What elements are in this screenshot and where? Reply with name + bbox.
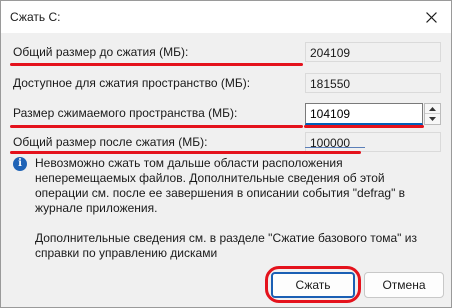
chevron-down-icon xyxy=(429,117,436,121)
title-bar: Сжать C: xyxy=(1,1,451,33)
window-title: Сжать C: xyxy=(10,10,61,24)
total-size-before-label: Общий размер до сжатия (МБ): xyxy=(13,45,189,59)
total-size-after-row: Общий размер после сжатия (МБ): 100000 xyxy=(11,132,441,152)
chevron-up-icon xyxy=(429,106,436,111)
help-reference-text: Дополнительные сведения см. в разделе "С… xyxy=(35,231,417,260)
total-size-after-label: Общий размер после сжатия (МБ): xyxy=(13,135,208,149)
available-space-row: Доступное для сжатия пространство (МБ): … xyxy=(11,73,441,93)
total-size-before-row: Общий размер до сжатия (МБ): 204109 xyxy=(11,42,441,62)
available-space-label: Доступное для сжатия пространство (МБ): xyxy=(13,76,251,90)
shrink-amount-input[interactable]: 104109 xyxy=(305,103,423,125)
shrink-amount-label: Размер сжимаемого пространства (МБ): xyxy=(13,106,238,120)
shrink-dialog: Сжать C: Общий размер до сжатия (МБ): 20… xyxy=(0,0,452,308)
total-size-after-value: 100000 xyxy=(305,132,441,152)
shrink-amount-row: Размер сжимаемого пространства (МБ): 104… xyxy=(11,103,441,125)
cancel-button[interactable]: Отмена xyxy=(364,272,444,298)
info-icon: i xyxy=(13,157,27,171)
info-text: Невозможно сжать том дальше области расп… xyxy=(35,156,406,215)
available-space-value: 181550 xyxy=(305,73,441,93)
close-button[interactable] xyxy=(411,1,451,33)
red-annotation-line xyxy=(10,125,303,128)
red-annotation-line xyxy=(304,125,424,128)
close-icon xyxy=(425,11,437,23)
red-annotation-line xyxy=(10,63,303,66)
spin-up-button[interactable] xyxy=(425,104,440,114)
spin-down-button[interactable] xyxy=(425,114,440,124)
value-underline xyxy=(305,147,365,148)
total-size-before-value: 204109 xyxy=(305,42,441,62)
shrink-amount-spinner[interactable] xyxy=(424,103,441,125)
shrink-button[interactable]: Сжать xyxy=(271,272,355,298)
red-annotation-line xyxy=(10,151,361,154)
